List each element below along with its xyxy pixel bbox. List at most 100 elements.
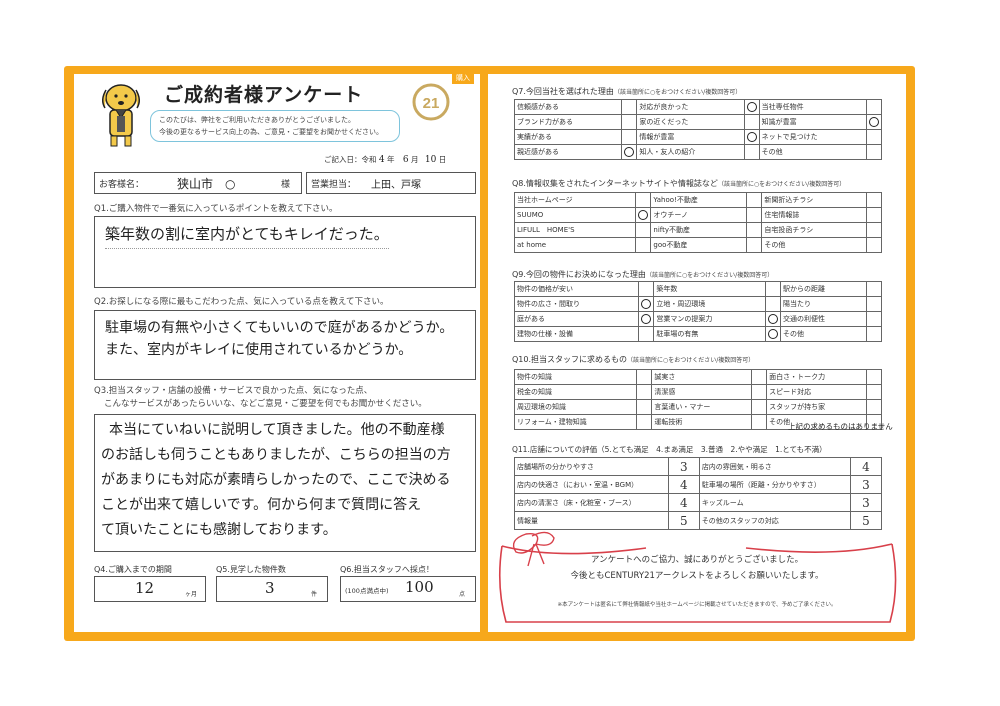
q10-option-label: 言葉遣い・マナー	[651, 399, 753, 415]
q11-item-score[interactable]: 3	[667, 457, 700, 476]
q10-option-mark[interactable]	[866, 399, 882, 415]
q2-answer-box: 駐車場の有無や小さくてもいいので庭があるかどうか。 また、室内がキレイに使用され…	[94, 310, 476, 380]
q8-title: Q8.情報収集をされたインターネットサイトや情報誌など（該当箇所に○をおつけくだ…	[512, 178, 845, 189]
q9-option-mark[interactable]	[638, 326, 655, 342]
q7-option-mark[interactable]	[866, 99, 882, 115]
q9-option-mark[interactable]	[638, 311, 655, 327]
q8-table: 当社ホームページ Yahoo!不動産 新聞折込チラシ SUUMO オウチーノ 住宅情報誌 L…	[513, 192, 882, 253]
q11-item-score[interactable]: 4	[667, 475, 700, 494]
q10-option-label: 運転技術	[651, 414, 753, 430]
q10-option-mark[interactable]	[636, 369, 653, 385]
thanks-message: アンケートへのご協力、誠にありがとうございました。 今後ともCENTURY21ア…	[488, 552, 906, 584]
q7-option-mark[interactable]	[621, 129, 638, 145]
q7-option-label: その他	[758, 144, 868, 160]
q9-option-mark[interactable]	[866, 296, 882, 312]
q8-row: 当社ホームページ Yahoo!不動産 新聞折込チラシ	[513, 192, 882, 208]
q11-row: 店舗場所の分かりやすさ 3 店内の雰囲気・明るさ 4	[514, 457, 882, 476]
q9-option-mark[interactable]	[866, 281, 882, 297]
q2-question: Q2.お探しになる際に最もこだわった点、気に入っている点を教えて下さい。	[94, 297, 389, 307]
q8-option-mark[interactable]	[635, 192, 652, 208]
q8-option-mark[interactable]	[635, 237, 652, 253]
q8-option-mark[interactable]	[866, 222, 882, 238]
q9-option-mark[interactable]	[765, 326, 781, 342]
q8-option-mark[interactable]	[746, 192, 763, 208]
q7-option-mark[interactable]	[743, 114, 760, 130]
q4-unit: ヶ月	[185, 591, 198, 598]
q3-question-line-2: こんなサービスがあったらいいな、などご意見・ご要望を何でもお聞かせください。	[104, 399, 427, 409]
q7-option-label: 対応が良かった	[636, 99, 745, 115]
q7-table: 信頼感がある 対応が良かった 当社専任物件 ブランド力がある 家の近くだった 知識が豊富実…	[513, 99, 882, 160]
q3-answer-line-2: のお話しも伺うこともありましたが、こちらの担当の方	[101, 447, 451, 463]
q7-option-mark[interactable]	[621, 144, 638, 160]
left-page: 購入 ご成約者様アンケート 21 このたびは、弊社をご利用いただきありがとうござ…	[74, 72, 480, 632]
q10-option-mark[interactable]	[866, 384, 882, 400]
q9-option-mark[interactable]	[765, 281, 781, 297]
circle-mark-icon	[746, 132, 757, 142]
q8-option-label: Yahoo!不動産	[650, 192, 748, 208]
q10-option-mark[interactable]	[636, 384, 653, 400]
q11-item-label: キッズルーム	[698, 493, 852, 512]
circle-mark-icon	[768, 329, 778, 339]
q8-option-mark[interactable]	[746, 222, 763, 238]
date-day: 10	[424, 155, 437, 165]
q9-option-mark[interactable]	[866, 326, 882, 342]
q8-option-label: 当社ホームページ	[513, 192, 637, 208]
q9-option-mark[interactable]	[765, 296, 781, 312]
q9-row: 物件の価格が安い 築年数 駅からの距離	[513, 281, 882, 297]
q8-option-mark[interactable]	[746, 207, 763, 223]
q9-option-mark[interactable]	[866, 311, 882, 327]
q8-title-text: Q8.情報収集をされたインターネットサイトや情報誌など	[512, 179, 718, 188]
q10-option-mark[interactable]	[751, 369, 768, 385]
q8-option-mark[interactable]	[866, 237, 882, 253]
q9-option-label: 庭がある	[513, 311, 640, 327]
q7-option-mark[interactable]	[743, 129, 760, 145]
q9-option-label: 営業マンの提案力	[653, 311, 766, 327]
q4-box: 12 ヶ月	[94, 576, 206, 602]
q10-option-mark[interactable]	[866, 369, 882, 385]
q7-option-mark[interactable]	[621, 114, 638, 130]
q7-option-mark[interactable]	[866, 129, 882, 145]
q10-option-label: 誠実さ	[651, 369, 753, 385]
q7-option-mark[interactable]	[866, 114, 882, 130]
q11-item-score[interactable]: 4	[850, 457, 882, 476]
q10-option-mark[interactable]	[751, 414, 768, 430]
q9-option-mark[interactable]	[638, 296, 655, 312]
circle-mark-icon	[638, 210, 649, 220]
q8-option-mark[interactable]	[635, 222, 652, 238]
q9-row: 建物の仕様・設備 駐車場の有無 その他	[513, 326, 882, 342]
q9-title: Q9.今回の物件にお決めになった理由（該当箇所に○をおつけください/複数回答可）	[512, 269, 773, 280]
q8-option-mark[interactable]	[866, 207, 882, 223]
circle-mark-icon	[768, 314, 778, 324]
q10-option-mark[interactable]	[751, 399, 768, 415]
q7-option-label: 知人・友人の紹介	[636, 144, 745, 160]
q10-option-mark[interactable]	[751, 384, 768, 400]
q11-item-label: 店内の清潔さ（床・化粧室・ブース）	[514, 493, 669, 512]
q7-option-mark[interactable]	[743, 99, 760, 115]
q7-option-label: 家の近くだった	[636, 114, 745, 130]
customer-label: お客様名：	[99, 180, 145, 190]
q9-row: 庭がある 営業マンの提案力 交通の利便性	[513, 311, 882, 327]
q7-option-mark[interactable]	[866, 144, 882, 160]
q11-item-label: 店内の快適さ（におい・室温・BGM）	[514, 475, 669, 494]
q7-option-mark[interactable]	[621, 99, 638, 115]
date-year-unit: 年	[387, 155, 395, 164]
greeting-line-1: このたびは、弊社をご利用いただきありがとうございました。	[159, 116, 355, 124]
q10-option-mark[interactable]	[636, 414, 653, 430]
q8-option-mark[interactable]	[635, 207, 652, 223]
q8-option-mark[interactable]	[746, 237, 763, 253]
q11-item-score[interactable]: 3	[850, 493, 882, 512]
q7-row: 親近感がある 知人・友人の紹介 その他	[513, 144, 882, 160]
q10-row: 税金の知識 清潔感 スピード対応	[513, 384, 882, 400]
q7-option-mark[interactable]	[743, 144, 760, 160]
q9-option-mark[interactable]	[765, 311, 781, 327]
q5-box: 3 件	[216, 576, 328, 602]
q9-note: （該当箇所に○をおつけください/複数回答可）	[645, 272, 774, 279]
svg-text:21: 21	[423, 95, 440, 112]
staff-label: 営業担当：	[311, 180, 357, 190]
q10-option-mark[interactable]	[636, 399, 653, 415]
q9-option-mark[interactable]	[638, 281, 655, 297]
q8-option-mark[interactable]	[866, 192, 882, 208]
q11-item-score[interactable]: 4	[667, 493, 700, 512]
date-month: 6	[402, 155, 409, 165]
q11-item-score[interactable]: 3	[850, 475, 882, 494]
